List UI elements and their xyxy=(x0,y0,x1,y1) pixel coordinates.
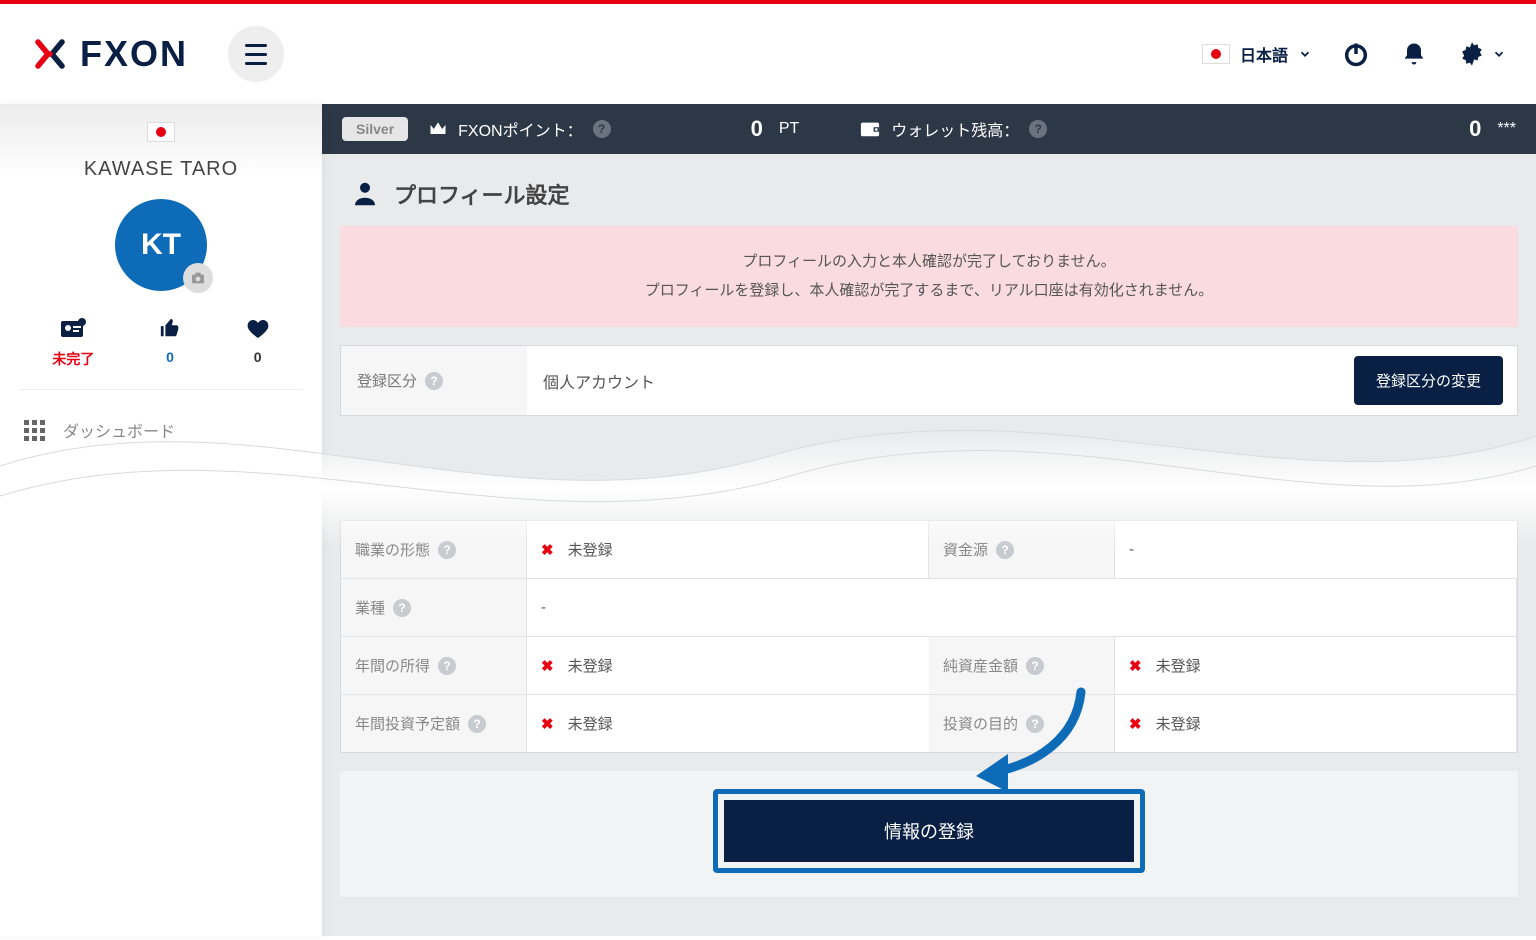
avatar-initials: KT xyxy=(141,228,181,262)
help-icon[interactable]: ? xyxy=(593,120,611,138)
thumbs-up-icon xyxy=(159,317,181,339)
stat-likes[interactable]: 0 xyxy=(159,315,181,369)
alert-line-2: プロフィールを登録し、本人確認が完了するまで、リアル口座は有効化されません。 xyxy=(360,277,1498,306)
account-type-value: 個人アカウント xyxy=(527,346,1340,415)
points-unit: PT xyxy=(779,120,799,138)
annual-investment-value: ✖未登録 xyxy=(527,694,929,752)
help-icon[interactable]: ? xyxy=(438,541,456,559)
wallet-value-section: 0 *** xyxy=(1469,116,1516,142)
stat-value: 0 xyxy=(159,349,181,365)
annual-income-value: ✖未登録 xyxy=(527,636,929,694)
chevron-down-icon xyxy=(1298,47,1312,61)
main-content: Silver FXONポイント： ? 0 PT ウォレット残高： ? 0 *** xyxy=(322,104,1536,936)
help-icon[interactable]: ? xyxy=(425,372,443,390)
sidebar: KAWASE TARO KT 未完了 0 0 xyxy=(0,104,322,936)
x-icon: ✖ xyxy=(1129,657,1142,675)
page-title-row: プロフィール設定 xyxy=(322,154,1536,226)
gear-icon xyxy=(1458,40,1486,68)
net-assets-label: 純資産金額? xyxy=(929,636,1115,694)
net-assets-value: ✖未登録 xyxy=(1115,636,1517,694)
crown-icon xyxy=(428,119,448,139)
wallet-section: ウォレット残高： ? xyxy=(859,117,1047,141)
points-section: FXONポイント： ? xyxy=(428,117,610,141)
register-info-button[interactable]: 情報の登録 xyxy=(724,800,1134,862)
stat-value: 0 xyxy=(246,349,270,365)
wallet-masked: *** xyxy=(1497,120,1516,138)
cta-highlight-frame: 情報の登録 xyxy=(713,789,1145,873)
hamburger-icon xyxy=(245,44,267,65)
sidebar-profile: KAWASE TARO KT 未完了 0 0 xyxy=(0,104,322,390)
account-info-bar: Silver FXONポイント： ? 0 PT ウォレット残高： ? 0 *** xyxy=(322,104,1536,154)
profile-incomplete-alert: プロフィールの入力と本人確認が完了しておりません。 プロフィールを登録し、本人確… xyxy=(340,226,1518,327)
header-right: 日本語 xyxy=(1202,40,1506,68)
points-label: FXONポイント： xyxy=(458,117,582,141)
account-type-row: 登録区分 ? 個人アカウント 登録区分の変更 xyxy=(340,345,1518,416)
japan-flag-icon xyxy=(1202,44,1230,64)
wallet-value: 0 xyxy=(1469,116,1481,142)
industry-value: - xyxy=(527,578,1517,636)
alert-line-1: プロフィールの入力と本人確認が完了しておりません。 xyxy=(360,248,1498,277)
layout: KAWASE TARO KT 未完了 0 0 xyxy=(0,104,1536,936)
language-selector[interactable]: 日本語 xyxy=(1202,42,1312,66)
heart-icon xyxy=(246,317,270,339)
x-icon: ✖ xyxy=(541,715,554,733)
language-label: 日本語 xyxy=(1240,42,1288,66)
rank-badge: Silver xyxy=(342,117,408,141)
header-left: FXON xyxy=(30,26,284,82)
help-icon[interactable]: ? xyxy=(438,657,456,675)
power-icon[interactable] xyxy=(1342,40,1370,68)
header: FXON 日本語 xyxy=(0,4,1536,104)
person-icon xyxy=(350,179,380,209)
profile-details-grid: 職業の形態? ✖未登録 資金源? - 業種? - 年間の所得? ✖未登録 純資産… xyxy=(340,520,1518,753)
nav-dashboard[interactable]: ダッシュボード xyxy=(0,400,322,460)
account-type-label-cell: 登録区分 ? xyxy=(341,346,527,415)
x-icon: ✖ xyxy=(541,541,554,559)
x-icon: ✖ xyxy=(541,657,554,675)
investment-purpose-label: 投資の目的? xyxy=(929,694,1115,752)
annual-income-label: 年間の所得? xyxy=(341,636,527,694)
page-title: プロフィール設定 xyxy=(394,178,570,210)
japan-flag-icon xyxy=(147,122,175,142)
settings-menu[interactable] xyxy=(1458,40,1506,68)
stat-value: 未完了 xyxy=(52,349,94,369)
brand-text: FXON xyxy=(80,33,188,75)
avatar[interactable]: KT xyxy=(115,199,207,291)
points-value-section: 0 PT xyxy=(751,116,800,142)
brand-logo[interactable]: FXON xyxy=(30,33,188,75)
x-icon: ✖ xyxy=(1129,715,1142,733)
investment-purpose-value: ✖未登録 xyxy=(1115,694,1517,752)
camera-button[interactable] xyxy=(183,263,213,293)
user-name: KAWASE TARO xyxy=(10,158,312,181)
help-icon[interactable]: ? xyxy=(468,715,486,733)
points-value: 0 xyxy=(751,116,763,142)
cta-section: 情報の登録 xyxy=(340,771,1518,897)
chevron-down-icon xyxy=(1492,47,1506,61)
stat-verification[interactable]: 未完了 xyxy=(52,315,94,369)
wallet-icon xyxy=(859,119,881,139)
profile-stats: 未完了 0 0 xyxy=(20,315,302,390)
change-account-type-button[interactable]: 登録区分の変更 xyxy=(1354,356,1503,405)
stat-favorites[interactable]: 0 xyxy=(246,315,270,369)
grid-icon xyxy=(24,420,45,441)
help-icon[interactable]: ? xyxy=(1026,715,1044,733)
help-icon[interactable]: ? xyxy=(996,541,1014,559)
employment-form-label: 職業の形態? xyxy=(341,521,527,578)
wallet-label: ウォレット残高： xyxy=(891,117,1019,141)
bell-icon[interactable] xyxy=(1400,40,1428,68)
brand-mark-icon xyxy=(30,34,70,74)
annual-investment-label: 年間投資予定額? xyxy=(341,694,527,752)
nav-label: ダッシュボード xyxy=(63,418,175,442)
funds-source-label: 資金源? xyxy=(929,521,1115,578)
employment-form-value: ✖未登録 xyxy=(527,521,929,578)
help-icon[interactable]: ? xyxy=(393,599,411,617)
camera-icon xyxy=(190,270,206,286)
account-type-label: 登録区分 xyxy=(357,370,417,391)
menu-toggle-button[interactable] xyxy=(228,26,284,82)
funds-source-value: - xyxy=(1115,521,1517,578)
id-card-icon xyxy=(60,317,86,339)
account-type-action: 登録区分の変更 xyxy=(1340,346,1517,415)
industry-label: 業種? xyxy=(341,578,527,636)
help-icon[interactable]: ? xyxy=(1029,120,1047,138)
help-icon[interactable]: ? xyxy=(1026,657,1044,675)
